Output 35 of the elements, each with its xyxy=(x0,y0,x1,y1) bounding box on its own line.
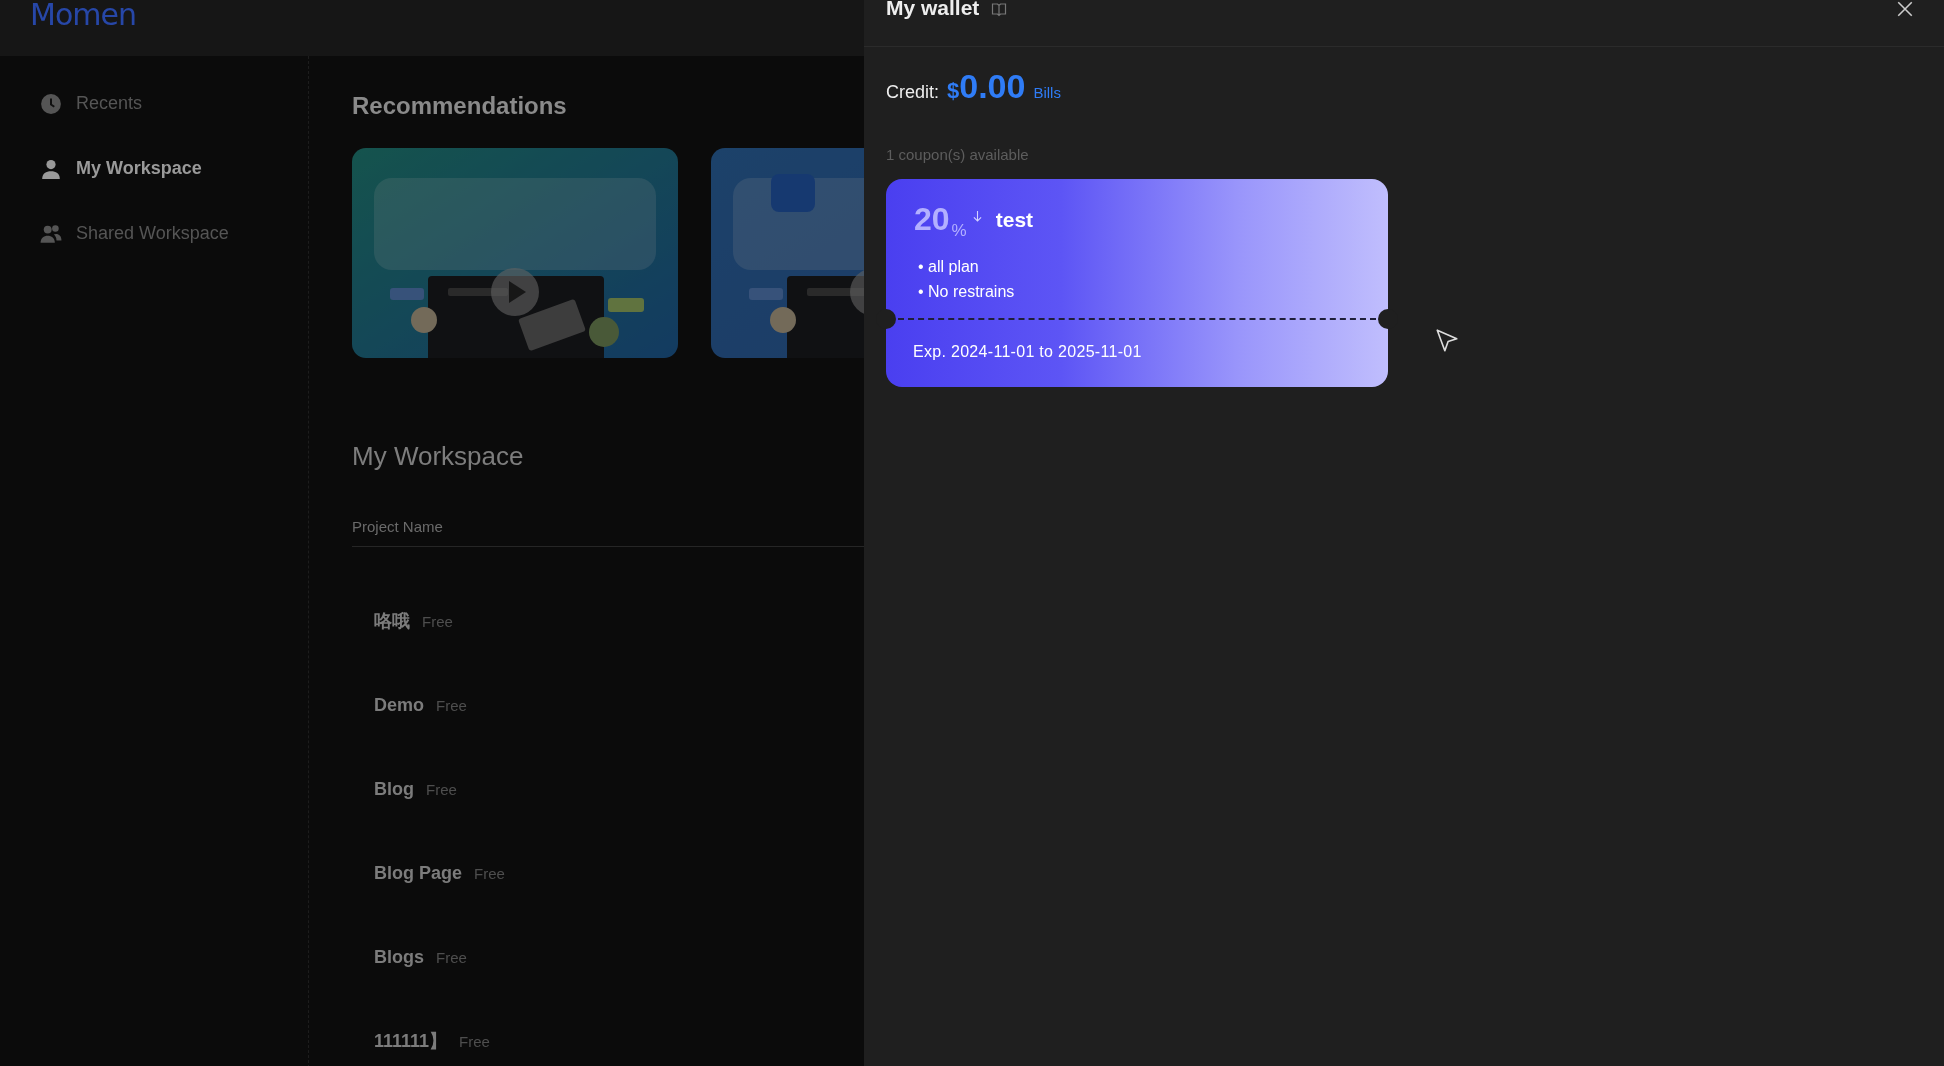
section-title: Recommendations xyxy=(352,92,568,121)
coupon-name: test xyxy=(995,207,1034,232)
coupons-count: 1 coupon(s) available xyxy=(886,146,1030,163)
plan-label: Free xyxy=(426,780,457,798)
drawer-title: My wallet xyxy=(886,0,980,20)
sidebar-item[interactable]: Shared Workspace xyxy=(0,201,308,266)
sidebar-item[interactable]: Recents xyxy=(0,71,308,136)
coupon-expiry: Exp. 2024-11-01 to 2025-11-01 xyxy=(913,343,1142,361)
project-name[interactable]: Demo xyxy=(374,694,424,716)
section-title: My Workspace xyxy=(352,441,525,472)
cursor-icon xyxy=(1434,328,1460,354)
credit-amount: $0.00 xyxy=(947,67,1026,106)
plan-label: Free xyxy=(459,1032,490,1050)
people-icon xyxy=(40,222,62,245)
clock-icon xyxy=(40,92,62,115)
sidebar-item[interactable]: My Workspace xyxy=(0,136,308,201)
bills-link[interactable]: Bills xyxy=(1033,84,1061,101)
close-icon[interactable] xyxy=(1896,0,1914,18)
project-name[interactable]: Blog Page xyxy=(374,862,462,884)
project-name[interactable]: Blogs xyxy=(374,946,424,968)
discount-value: 20% xyxy=(914,201,967,238)
plan-label: Free xyxy=(436,948,467,966)
project-name[interactable]: 111111】 xyxy=(374,1029,448,1053)
arrow-down-icon xyxy=(972,210,982,223)
plan-label: Free xyxy=(436,696,467,714)
plan-label: Free xyxy=(474,864,505,882)
coupon-condition: • all plan xyxy=(917,257,980,277)
book-icon[interactable] xyxy=(991,1,1008,17)
credit-label: Credit: xyxy=(886,82,939,103)
plan-label: Free xyxy=(422,612,453,630)
project-name[interactable]: Blog xyxy=(374,778,414,800)
column-header: Project Name xyxy=(352,518,443,535)
project-name[interactable]: 咯哦 xyxy=(374,609,410,633)
coupon-condition: • No restrains xyxy=(917,282,1016,302)
person-icon xyxy=(40,157,62,180)
